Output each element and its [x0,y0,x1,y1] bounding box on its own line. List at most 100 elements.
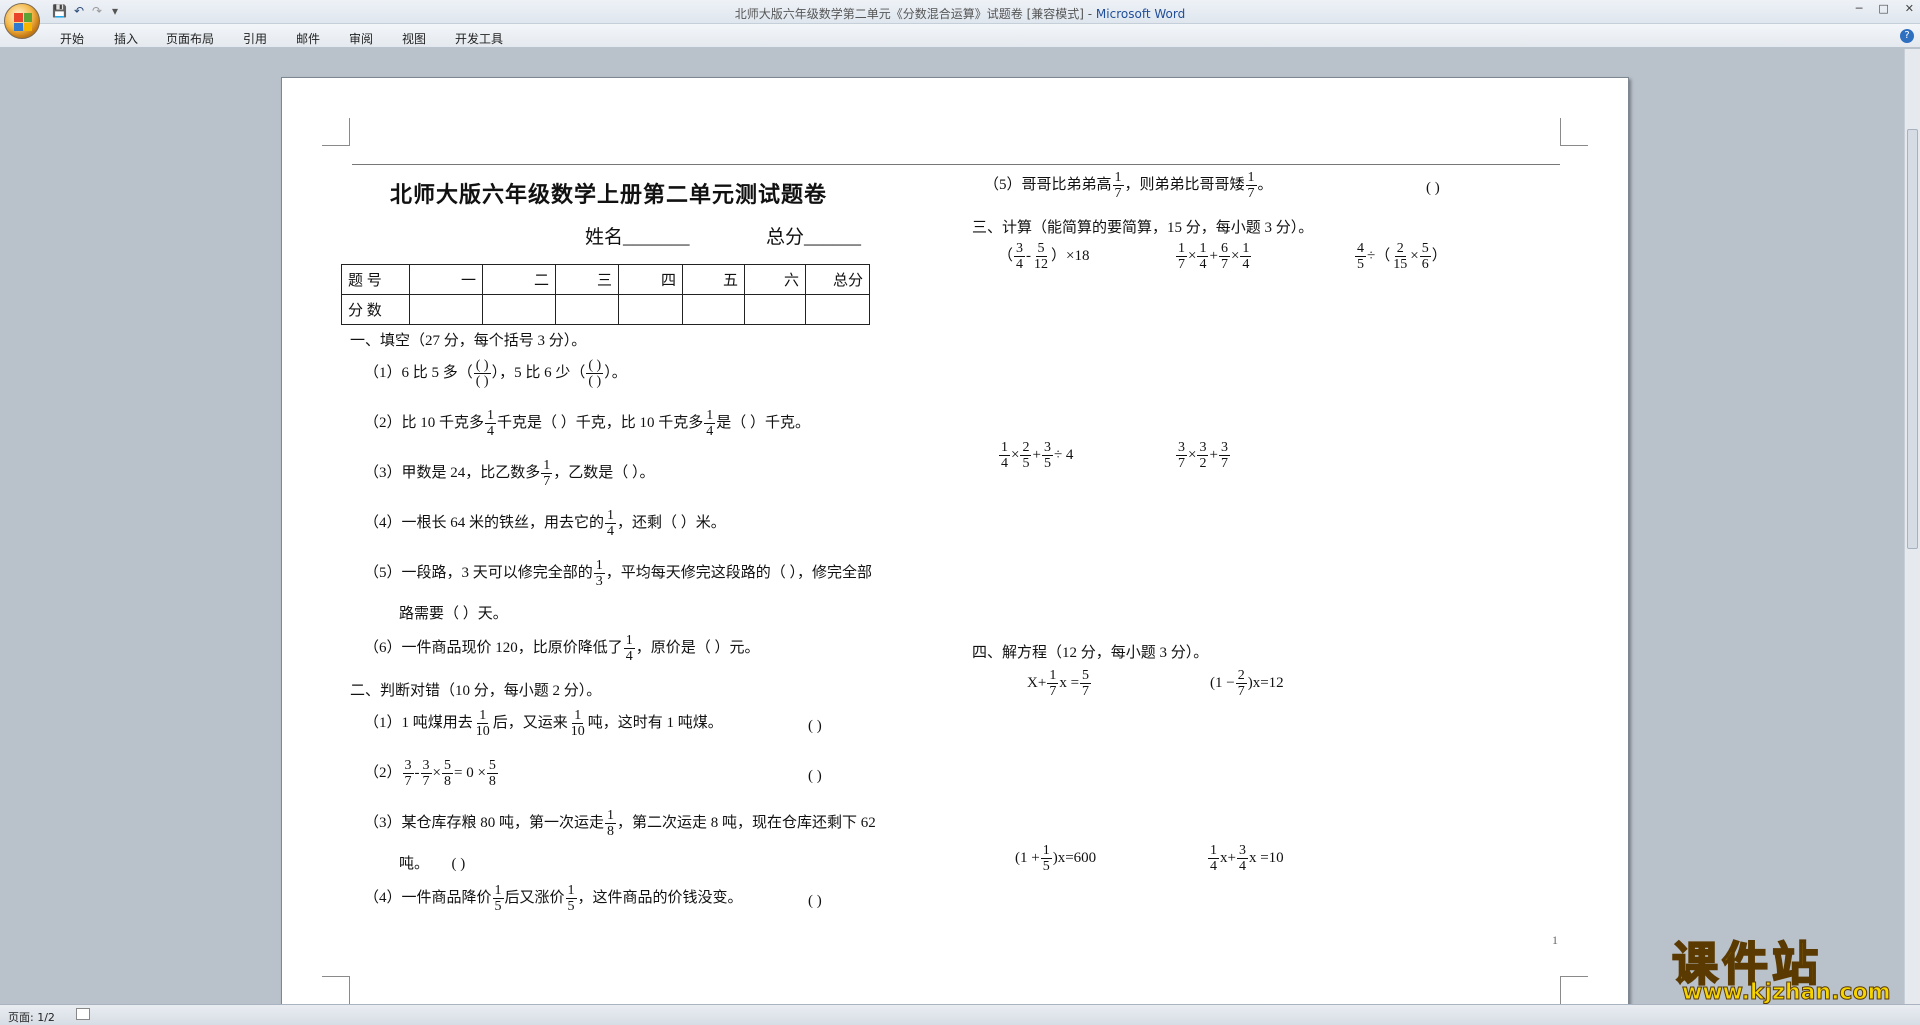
equation-3: (1 +1 5)x=600 [1015,843,1096,874]
answer-blank: ( ) [808,718,822,734]
status-bar: 页面: 1/2 [0,1004,1920,1025]
equation-4: 1 4 x+ 3 4 x =10 [1207,843,1284,874]
table-cell [482,294,556,325]
num: 2 [1020,440,1032,456]
fraction: 45 [1355,241,1366,272]
num: 1 [1047,668,1059,684]
table-row: 分 数 [341,294,870,325]
minimize-button[interactable]: ─ [1856,2,1863,15]
text: （2） [364,764,402,781]
table-cell: 总分 [805,264,870,295]
den: ( ) [588,374,602,389]
help-icon[interactable]: ? [1900,29,1914,43]
num: 2 [1394,241,1406,257]
num: 2 [1235,668,1247,684]
den: 4 [487,424,495,439]
table-cell [555,294,619,325]
den: 7 [1220,456,1228,471]
fraction: 14 [1208,843,1219,874]
den: 4 [1016,257,1024,272]
fraction: 14 [623,633,635,664]
question-1-3: （3）甲数是 24，比乙数多 1 7 ，乙数是（ ）。 [364,458,655,489]
text: （4）一根长 64 米的铁丝，用去它的 [364,514,605,531]
tab-home[interactable]: 开始 [60,30,84,47]
num: 5 [1035,241,1047,257]
den: 7 [404,774,412,789]
score-table: 题 号 一 二 三 四 五 六 总分 分 数 [341,264,870,325]
doc-title: 北师大版六年级数学上册第二单元测试题卷 [390,182,828,208]
question-2-3-cont: 吨。 ( ) [399,854,465,874]
page-indicator[interactable]: 页面: 1/2 [8,1009,55,1025]
fraction: 58 [441,758,453,789]
fraction: 14 [1197,241,1209,272]
score-label: 总分______ [766,227,862,248]
num: 1 [572,708,584,724]
num: 1 [1240,241,1252,257]
tab-developer[interactable]: 开发工具 [455,30,503,47]
fraction: 32 [1197,440,1209,471]
table-cell: 一 [409,264,483,295]
den: 5 [494,899,502,914]
fraction: 37 [420,758,432,789]
tab-review[interactable]: 审阅 [349,30,373,47]
text: （ [1375,247,1391,264]
tab-references[interactable]: 引用 [243,30,267,47]
den: 8 [443,774,451,789]
vertical-scrollbar[interactable] [1904,49,1920,1004]
crop-mark [1560,118,1588,146]
fraction: 17 [541,458,553,489]
tab-insert[interactable]: 插入 [114,30,138,47]
close-button[interactable]: ✕ [1905,2,1914,15]
num: 1 [1112,170,1124,186]
text: )x=600 [1052,849,1097,866]
num: 3 [1014,241,1026,257]
calc-2: 1 7 × 1 4 +6 7 × 1 4 [1175,241,1252,272]
den: 5 [1022,456,1030,471]
calc-1: （3 4-5 12 ）×18 [998,241,1089,272]
app-name: Microsoft Word [1095,7,1186,21]
answer-blank: ( ) [808,768,822,784]
fraction: 14 [1240,241,1252,272]
question-1-5: （5）一段路，3 天可以修完全部的 1 3 ，平均每天修完这段路的（ ），修完全部 [364,558,872,589]
ribbon-tab-bar: 开始 插入 页面布局 引用 邮件 审阅 视图 开发工具 ? [0,24,1920,48]
fraction: 56 [1419,241,1431,272]
office-button[interactable] [4,3,40,39]
num: 3 [402,758,414,774]
name-label: 姓名_______ [585,227,690,248]
text: 后又涨价 [504,889,565,906]
proofing-icon[interactable] [76,1008,90,1020]
scrollbar-thumb[interactable] [1907,129,1918,549]
fraction: 14 [605,508,617,539]
tab-mailings[interactable]: 邮件 [296,30,320,47]
fraction: 14 [999,440,1010,471]
tab-view[interactable]: 视图 [402,30,426,47]
den: 5 [1043,456,1051,471]
num: 1 [1176,241,1187,257]
num: 1 [605,808,617,824]
table-cell: 分 数 [341,294,410,325]
num: 1 [485,408,497,424]
num: 3 [1236,843,1248,859]
question-1-5-right: （5）哥哥比弟弟高 1 7 ，则弟弟比哥哥矮 1 7。 [984,170,1273,201]
table-cell [682,294,745,325]
table-cell: 题 号 [341,264,410,295]
den: 8 [607,824,615,839]
answer-blank: ( ) [808,893,822,909]
tab-page-layout[interactable]: 页面布局 [166,30,214,47]
fraction: 15 [1040,843,1052,874]
text: ÷ [1367,247,1376,264]
num: 3 [1218,440,1230,456]
document-page[interactable]: 北师大版六年级数学上册第二单元测试题卷 姓名_______ 总分______ 题… [281,77,1629,1017]
fraction: 14 [485,408,497,439]
num: 1 [1040,843,1052,859]
den: 6 [1421,257,1429,272]
fraction: 17 [1176,241,1187,272]
den: 4 [1238,859,1246,874]
den: 5 [567,899,575,914]
table-cell: 三 [555,264,619,295]
num: 1 [1208,843,1219,859]
maximize-button[interactable]: □ [1878,2,1888,15]
num: ( ) [586,358,604,374]
equation-2: (1 −2 7)x=12 [1210,668,1284,699]
window-controls: ─ □ ✕ [1856,2,1914,15]
